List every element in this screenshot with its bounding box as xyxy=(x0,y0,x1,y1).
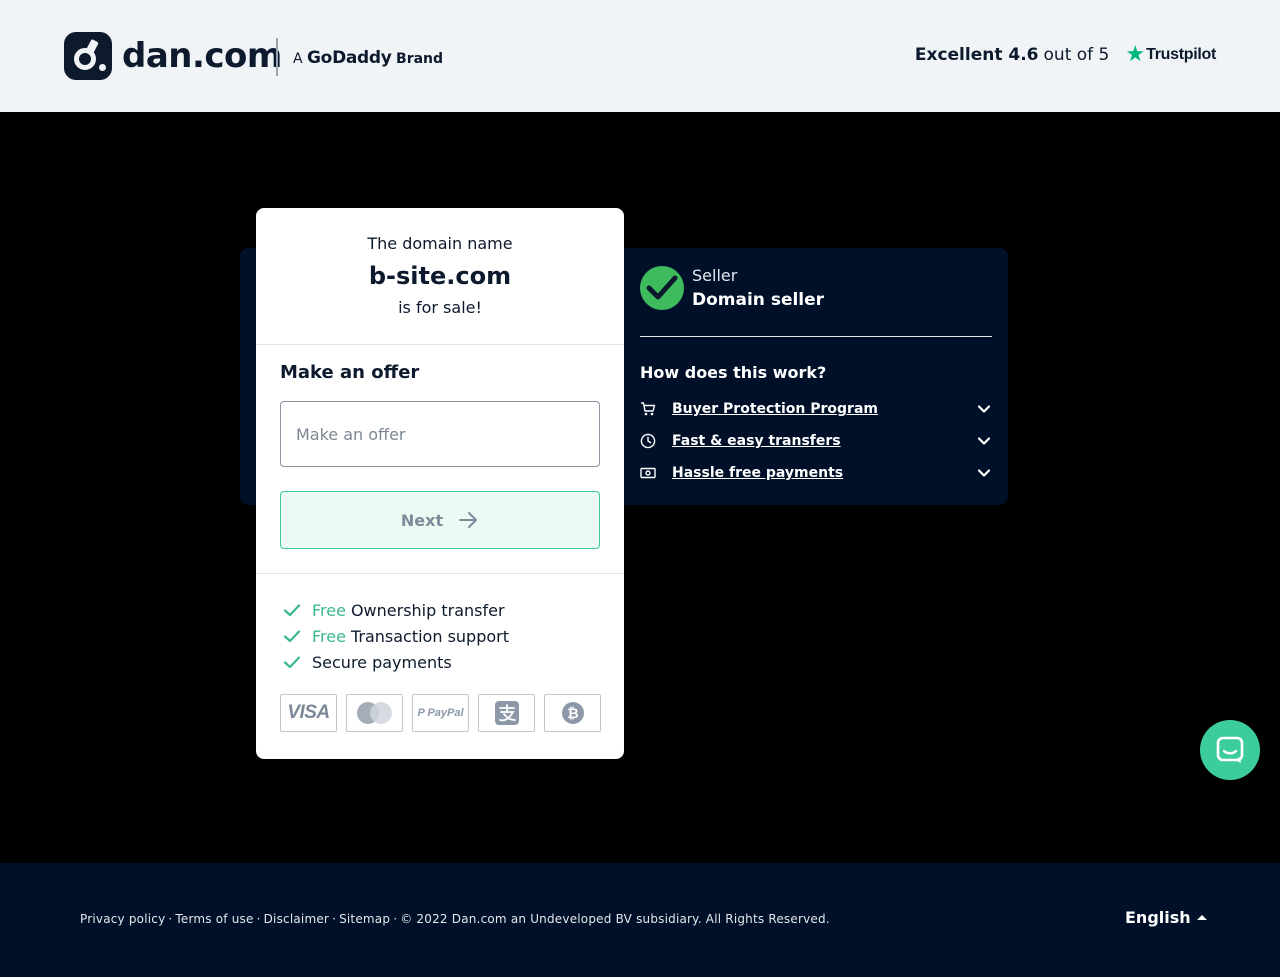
chat-button[interactable] xyxy=(1200,720,1260,780)
chevron-down-icon[interactable] xyxy=(976,401,992,417)
language-selector[interactable]: English xyxy=(1125,908,1207,927)
dan-logo-icon xyxy=(64,32,112,80)
privacy-policy-link[interactable]: Privacy policy xyxy=(80,912,165,926)
free-tag: Free xyxy=(312,626,346,646)
check-icon xyxy=(282,652,302,672)
seller-name: Domain seller xyxy=(692,290,825,310)
feature-ownership-transfer: Free Ownership transfer xyxy=(282,599,505,621)
visa-label: VISA xyxy=(287,702,330,723)
card-divider xyxy=(256,344,624,345)
site-footer: Privacy policy · Terms of use · Disclaimer · S… xyxy=(0,863,1280,977)
bitcoin-icon: ₿ xyxy=(544,694,601,732)
offer-input[interactable] xyxy=(280,401,600,467)
visa-icon: VISA xyxy=(280,694,337,732)
card-divider xyxy=(256,573,624,574)
feature-text: Transaction support xyxy=(350,626,509,646)
buyer-protection-item[interactable]: Buyer Protection Program xyxy=(640,399,992,419)
trustpilot-logo: Trustpilot xyxy=(1146,46,1216,63)
offer-card: The domain name b-site.com is for sale! xyxy=(256,208,624,759)
logo-divider xyxy=(276,38,278,76)
brand-suffix: Brand xyxy=(396,51,444,67)
feature-text: Ownership transfer xyxy=(350,600,505,620)
copyright: © 2022 Dan.com an Undeveloped BV subsidi… xyxy=(400,912,830,926)
cart-icon xyxy=(640,401,656,417)
banknote-icon xyxy=(640,465,656,481)
fast-transfers-link[interactable]: Fast & easy transfers xyxy=(672,433,976,449)
trustpilot-star-icon: ★ xyxy=(1125,42,1146,67)
trust-score: Excellent 4.6 xyxy=(914,45,1039,65)
paypal-icon: P PayPal xyxy=(412,694,469,732)
offer-label: Make an offer xyxy=(280,362,420,383)
trust-scale: out of 5 xyxy=(1043,45,1110,65)
brand-prefix: A xyxy=(293,51,303,67)
chevron-down-icon[interactable] xyxy=(976,433,992,449)
seller-label: Seller xyxy=(692,266,738,285)
check-icon xyxy=(282,600,302,620)
sale-status: is for sale! xyxy=(398,298,482,317)
alipay-icon xyxy=(478,694,535,732)
brand-name: GoDaddy xyxy=(307,48,392,68)
feature-transaction-support: Free Transaction support xyxy=(282,625,509,647)
mastercard-icon xyxy=(346,694,403,732)
footer-links: Privacy policy · Terms of use · Disclaimer · S… xyxy=(80,912,830,926)
chevron-down-icon[interactable] xyxy=(976,465,992,481)
hassle-free-payments-item[interactable]: Hassle free payments xyxy=(640,463,992,483)
trustpilot-rating[interactable]: Excellent 4.6 out of 5 ★ Trustpilot xyxy=(915,44,1216,66)
how-it-works-title: How does this work? xyxy=(640,363,827,382)
clock-icon xyxy=(640,433,656,449)
verified-check-icon xyxy=(640,266,684,310)
logo-text: dan.com xyxy=(122,36,282,76)
site-header: dan.com A GoDaddy Brand Excellent 4.6 ou… xyxy=(0,0,1280,112)
feature-text: Secure payments xyxy=(312,652,452,672)
svg-text:₿: ₿ xyxy=(567,706,578,722)
language-label: English xyxy=(1125,908,1191,927)
domain-intro: The domain name xyxy=(367,234,513,253)
arrow-right-icon xyxy=(457,509,479,531)
caret-up-icon xyxy=(1196,915,1207,920)
free-tag: Free xyxy=(312,600,346,620)
hassle-free-payments-link[interactable]: Hassle free payments xyxy=(672,465,976,481)
dan-logo[interactable]: dan.com A GoDaddy Brand xyxy=(64,32,443,80)
chat-icon xyxy=(1216,736,1244,763)
domain-name: b-site.com xyxy=(368,262,512,290)
terms-of-use-link[interactable]: Terms of use xyxy=(175,912,253,926)
feature-secure-payments: Secure payments xyxy=(282,651,452,673)
buyer-protection-link[interactable]: Buyer Protection Program xyxy=(672,401,976,417)
next-label: Next xyxy=(400,510,444,530)
check-icon xyxy=(282,626,302,646)
paypal-label: P PayPal xyxy=(417,707,464,719)
next-button[interactable]: Next xyxy=(280,491,600,549)
fast-transfers-item[interactable]: Fast & easy transfers xyxy=(640,431,992,451)
seller-divider xyxy=(640,336,992,337)
sitemap-link[interactable]: Sitemap xyxy=(339,912,390,926)
disclaimer-link[interactable]: Disclaimer xyxy=(264,912,329,926)
godaddy-brand: A GoDaddy Brand xyxy=(293,48,443,68)
